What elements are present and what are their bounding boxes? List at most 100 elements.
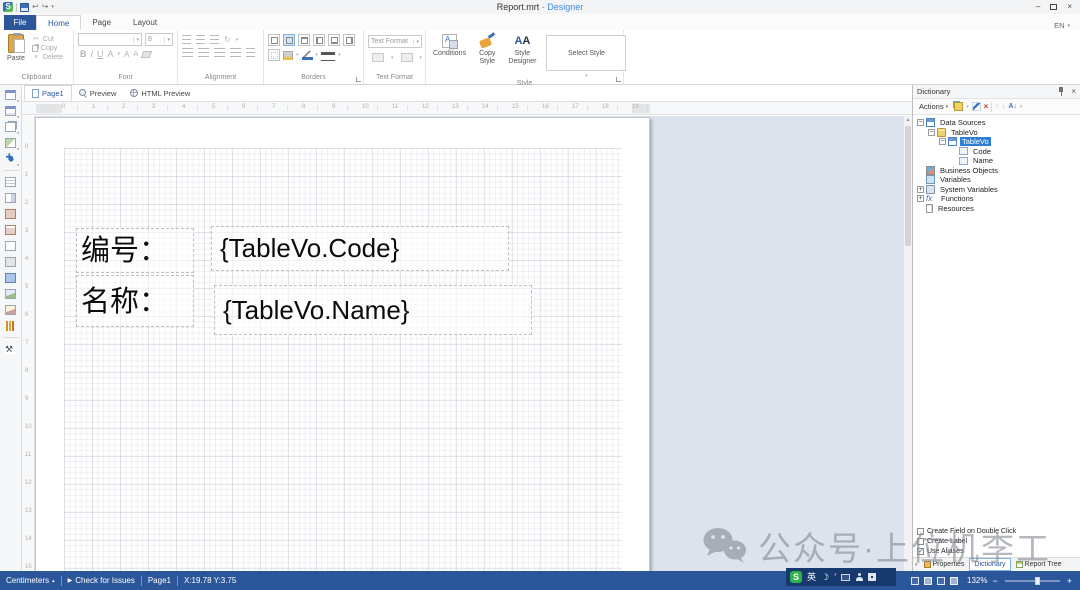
zoom-in-button[interactable]: + <box>1067 576 1072 586</box>
text-in-cells-icon[interactable] <box>2 191 20 205</box>
dictionary-tree-item[interactable]: Resources <box>913 204 1080 214</box>
tab-page1[interactable]: Page1 <box>24 85 72 101</box>
align-center-icon[interactable] <box>198 48 209 57</box>
checkbox-icon[interactable] <box>917 538 924 545</box>
conditions-button[interactable]: Conditions <box>430 33 469 79</box>
text-label-code[interactable]: 编号： <box>76 228 194 273</box>
option-row[interactable]: Create Label <box>917 536 1078 546</box>
dropdown-arrow-icon[interactable]: ▾ <box>420 55 423 61</box>
dictionary-tree-item[interactable]: +fxFunctions <box>913 194 1080 204</box>
edit-item-icon[interactable] <box>972 102 981 111</box>
border-color-icon[interactable] <box>302 51 313 60</box>
shape-icon[interactable]: ▸ <box>2 136 20 150</box>
text-label-name[interactable]: 名称： <box>76 275 194 327</box>
dictionary-tree-item[interactable]: Business Objects <box>913 166 1080 176</box>
shrink-font-button[interactable]: A <box>133 51 138 58</box>
actions-button[interactable]: Actions▾ <box>916 100 951 113</box>
text-format-select[interactable]: Text Format▾ <box>368 35 422 48</box>
align-bottom-icon[interactable] <box>210 35 219 44</box>
dictionary-tree-item[interactable]: −TableVo <box>913 128 1080 138</box>
ime-toolbox-icon[interactable] <box>868 573 876 581</box>
dropdown-arrow-icon[interactable]: ▾ <box>118 51 121 57</box>
chart-icon[interactable] <box>2 319 20 333</box>
view-thumbnail-icon[interactable] <box>950 577 958 585</box>
redo-icon[interactable]: ↪ <box>42 2 49 12</box>
collapse-icon[interactable]: − <box>928 129 935 136</box>
option-row[interactable]: Create Field on Double Click <box>917 526 1078 536</box>
style-designer-button[interactable]: AA Style Designer <box>505 33 539 79</box>
word-wrap-icon[interactable] <box>246 48 255 57</box>
minimize-button[interactable]: – <box>1036 1 1040 13</box>
align-right-icon[interactable] <box>214 48 225 57</box>
expand-icon[interactable]: + <box>917 186 924 193</box>
zoom-slider[interactable] <box>1005 580 1060 582</box>
panel-tab-properties[interactable]: Properties <box>920 558 969 571</box>
italic-button[interactable]: I <box>91 49 94 59</box>
scrollbar-thumb[interactable] <box>905 126 911 246</box>
style-tools-icon[interactable]: ⚒ <box>2 342 20 356</box>
view-page-break-icon[interactable] <box>924 577 932 585</box>
delete-button[interactable]: ×Delete <box>32 54 63 61</box>
picture-icon[interactable] <box>2 303 20 317</box>
select-style-box[interactable]: Select Style <box>546 35 626 71</box>
dropdown-arrow-icon[interactable]: ▾ <box>1020 104 1023 110</box>
view-layout-icon[interactable] <box>937 577 945 585</box>
border-top-icon[interactable] <box>298 34 310 46</box>
panel-icon[interactable] <box>2 239 20 253</box>
view-normal-icon[interactable] <box>911 577 919 585</box>
sort-icon[interactable]: A↓ <box>1008 103 1017 110</box>
canvas[interactable]: 0123456789101112131415 编号：{TableVo.Code}… <box>22 116 912 571</box>
border-left-icon[interactable] <box>313 34 325 46</box>
border-right-icon[interactable] <box>343 34 355 46</box>
tab-home[interactable]: Home <box>36 15 81 30</box>
ime-account-icon[interactable] <box>855 573 863 582</box>
panel-tab-report-tree[interactable]: Report Tree <box>1012 558 1066 571</box>
rotate-text-icon[interactable]: ↻ <box>224 35 231 44</box>
collapse-icon[interactable]: − <box>917 119 924 126</box>
container-icon[interactable] <box>2 255 20 269</box>
font-size-select[interactable]: 8▾ <box>145 33 173 46</box>
scroll-up-icon[interactable]: ▲ <box>904 116 912 125</box>
qat-more-icon[interactable]: ▾ <box>51 2 54 12</box>
align-left-icon[interactable] <box>182 48 193 57</box>
tab-layout[interactable]: Layout <box>122 15 168 30</box>
ime-punct-icon[interactable]: ’ <box>834 571 836 583</box>
panel-close-icon[interactable]: × <box>1071 87 1076 96</box>
dropdown-arrow-icon[interactable]: ▾ <box>236 37 239 43</box>
check-for-issues-button[interactable]: ▶ Check for Issues <box>68 576 135 585</box>
dropdown-arrow-icon[interactable]: ▾ <box>391 55 394 61</box>
option-row[interactable]: ✓Use Aliases <box>917 546 1078 556</box>
checkbox-icon[interactable] <box>917 528 924 535</box>
clear-format-icon[interactable] <box>141 51 152 58</box>
dictionary-tree-item[interactable]: −TableVo <box>913 137 1080 147</box>
tab-page[interactable]: Page <box>81 15 122 30</box>
copy-style-button[interactable]: Copy Style <box>476 33 498 79</box>
canvas-scrollbar[interactable]: ▲ <box>903 116 912 571</box>
text-field-code[interactable]: {TableVo.Code} <box>211 226 509 271</box>
html-text-icon[interactable] <box>2 223 20 237</box>
align-top-icon[interactable] <box>182 35 191 44</box>
language-selector[interactable]: EN▾ <box>1054 21 1080 30</box>
border-none-icon[interactable] <box>268 49 280 61</box>
border-outside-icon[interactable] <box>283 34 295 46</box>
cross-band-icon[interactable]: ▸ <box>2 104 20 118</box>
dictionary-tree-item[interactable]: +System Variables <box>913 185 1080 195</box>
paste-button[interactable]: Paste <box>4 33 28 73</box>
format-sample-icon[interactable] <box>401 53 413 62</box>
dictionary-tree-item[interactable]: Name <box>913 156 1080 166</box>
dropdown-arrow-icon[interactable]: ▾ <box>966 104 969 110</box>
units-selector[interactable]: Centimeters▴ <box>6 576 55 585</box>
align-justify-icon[interactable] <box>230 48 241 57</box>
dictionary-tree-item[interactable]: −Data Sources <box>913 118 1080 128</box>
align-middle-icon[interactable] <box>196 35 205 44</box>
grow-font-button[interactable]: A <box>124 50 129 59</box>
tab-file[interactable]: File <box>4 15 36 30</box>
undo-icon[interactable]: ↩ <box>32 2 39 12</box>
move-up-icon[interactable]: ↑ <box>995 103 999 110</box>
ime-keyboard-icon[interactable] <box>841 574 850 581</box>
border-bottom-icon[interactable] <box>328 34 340 46</box>
delete-item-icon[interactable]: × <box>984 102 989 111</box>
card-icon[interactable] <box>2 271 20 285</box>
panel-tab-dictionary[interactable]: Dictionary <box>969 558 1010 571</box>
save-icon[interactable] <box>20 3 29 12</box>
